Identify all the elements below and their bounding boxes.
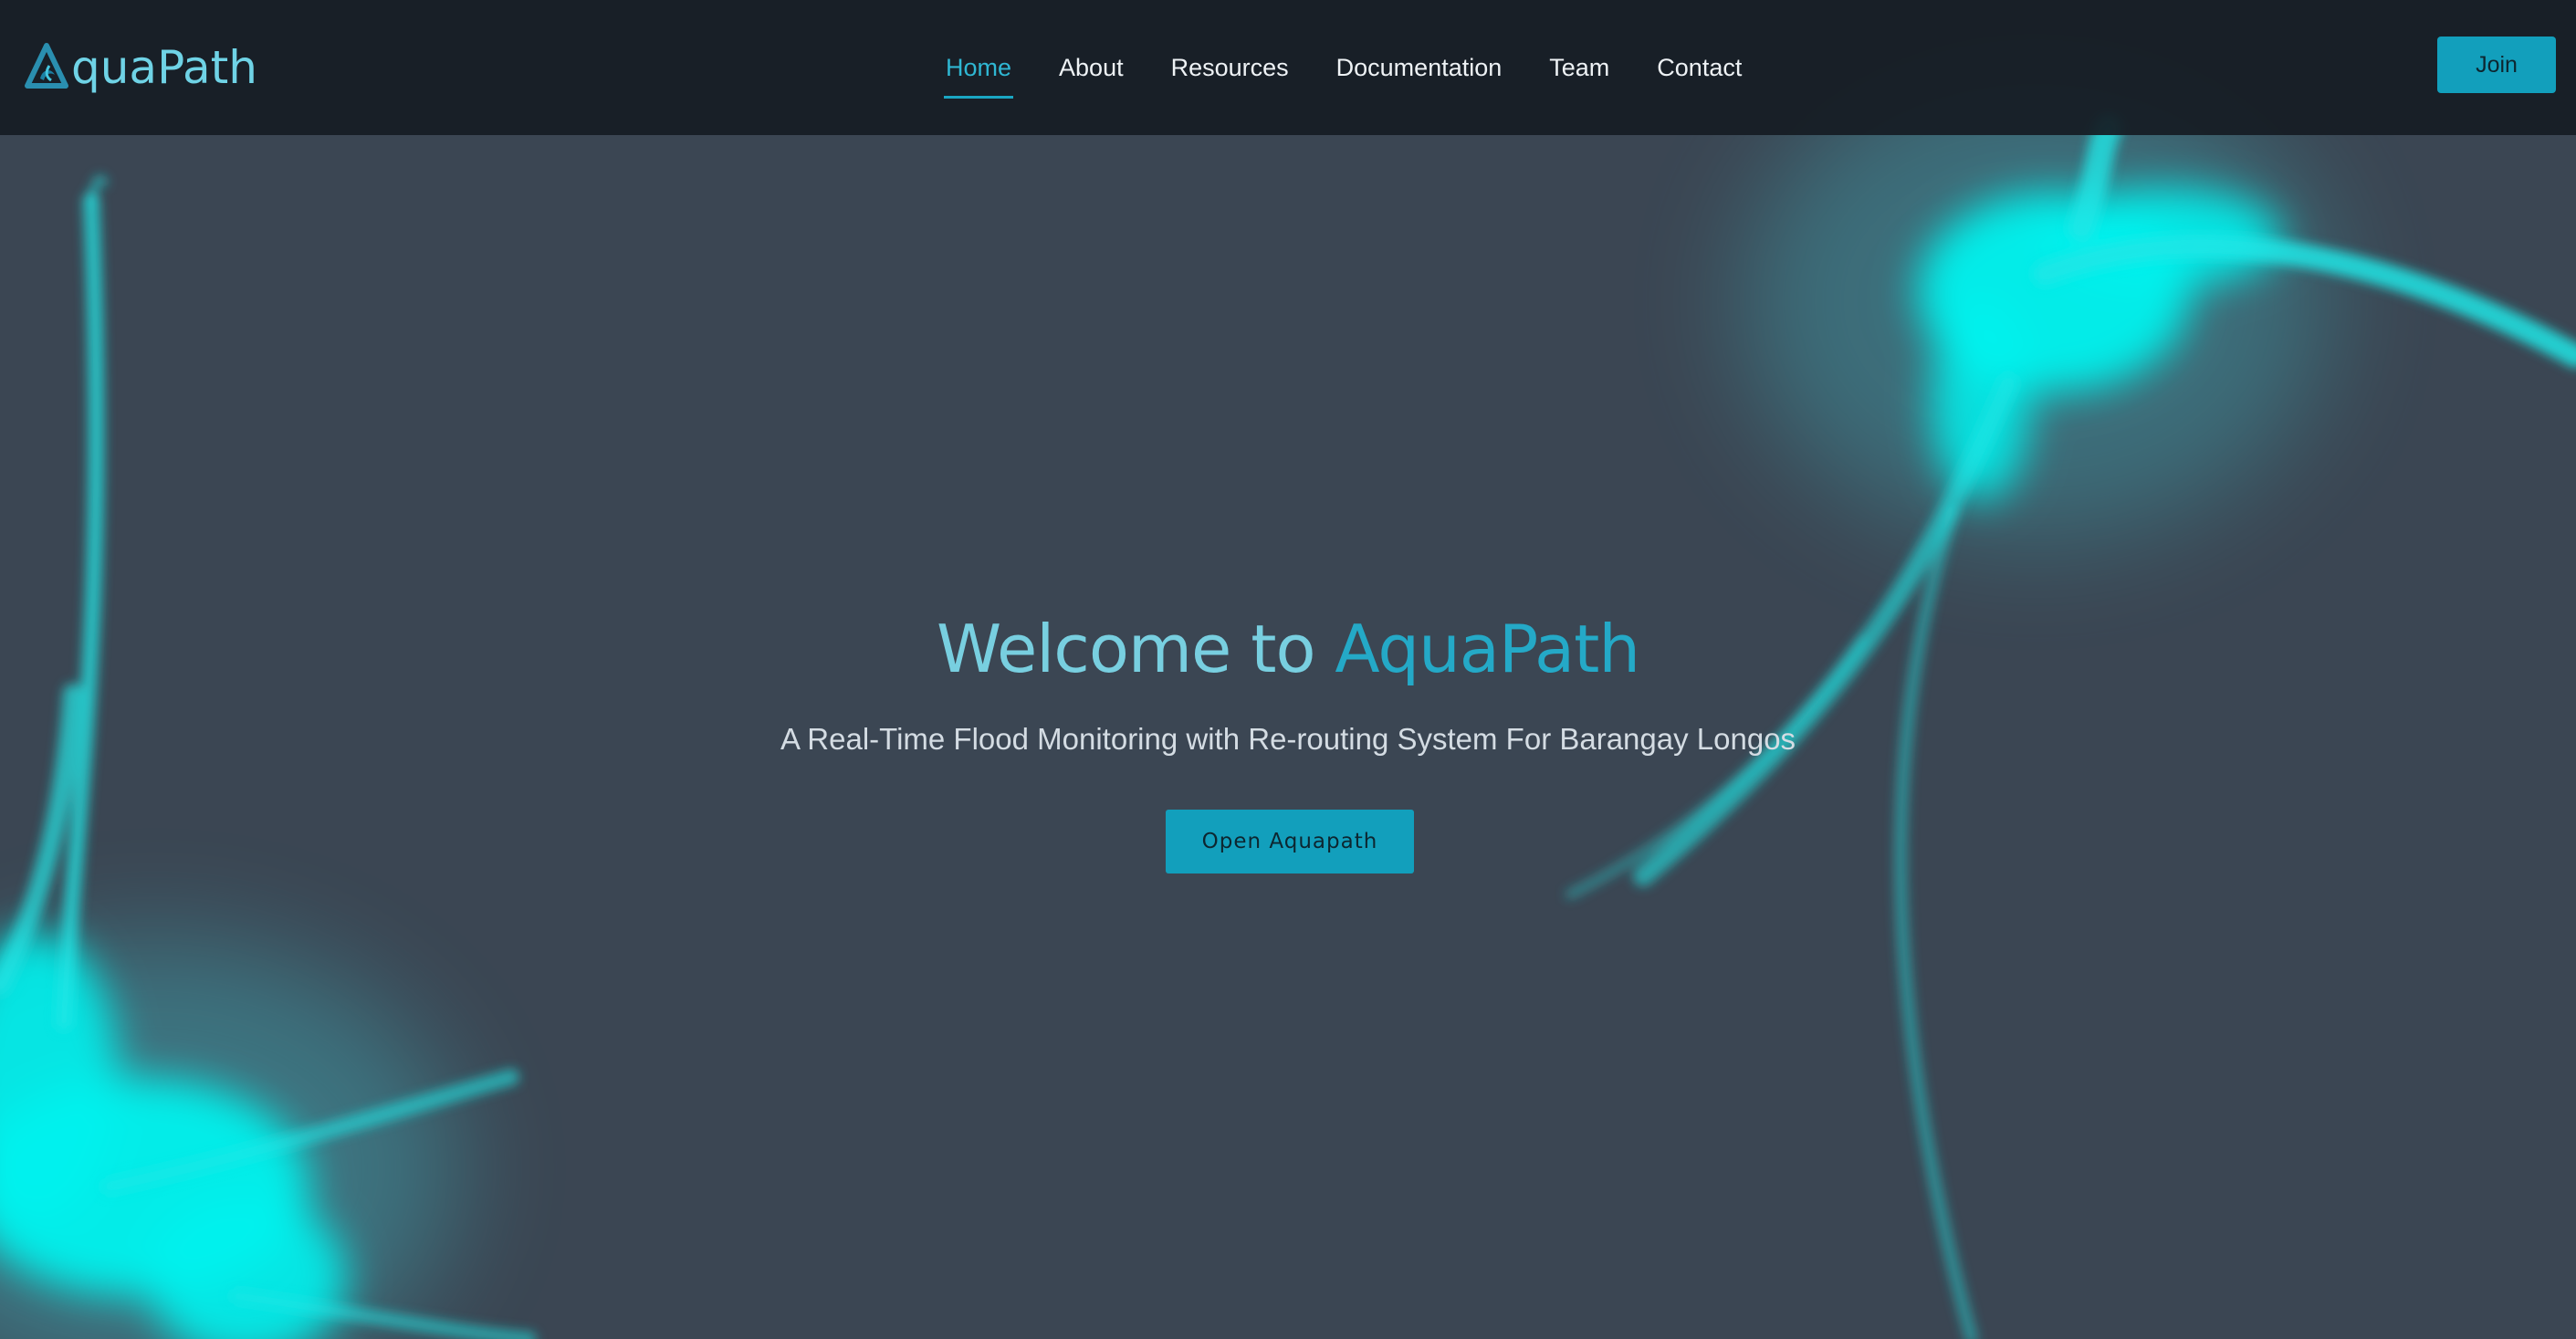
nav-contact[interactable]: Contact: [1657, 55, 1742, 80]
nav-documentation[interactable]: Documentation: [1336, 55, 1503, 80]
open-aquapath-button[interactable]: Open Aquapath: [1166, 810, 1414, 873]
hero-subtitle: A Real-Time Flood Monitoring with Re-rou…: [780, 722, 1796, 756]
brand-logo[interactable]: quaPath: [24, 33, 257, 102]
hero-section: Welcome to AquaPath A Real-Time Flood Mo…: [0, 135, 2576, 1339]
hero-title: Welcome to AquaPath: [0, 610, 2576, 688]
main-nav: Home About Resources Documentation Team …: [922, 0, 1765, 135]
brand-name: quaPath: [71, 41, 257, 94]
hero-title-accent: AquaPath: [1335, 611, 1640, 687]
nav-home[interactable]: Home: [943, 55, 1014, 99]
page: quaPath Home About Resources Documentati…: [0, 0, 2576, 1339]
hero-title-prefix: Welcome to: [936, 611, 1316, 687]
nav-team[interactable]: Team: [1549, 55, 1609, 80]
aquapath-logo-icon: [25, 43, 68, 89]
join-button[interactable]: Join: [2437, 37, 2556, 93]
nav-resources[interactable]: Resources: [1171, 55, 1289, 80]
nav-about[interactable]: About: [1059, 55, 1124, 80]
site-header: quaPath Home About Resources Documentati…: [0, 0, 2576, 135]
